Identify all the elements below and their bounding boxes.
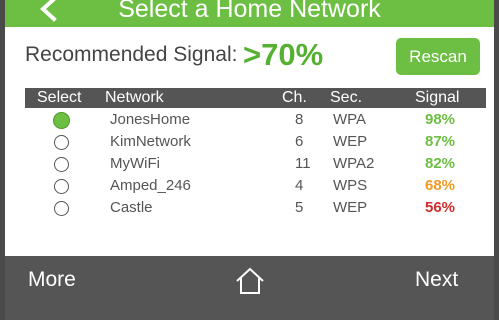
home-button[interactable] xyxy=(234,266,266,296)
header-bar: Select a Home Network xyxy=(5,0,494,27)
network-security: WEP xyxy=(333,199,368,216)
network-signal: 98% xyxy=(425,111,456,128)
network-signal: 56% xyxy=(425,199,456,216)
network-channel: 6 xyxy=(295,133,304,150)
network-name: JonesHome xyxy=(110,111,191,128)
footer-bar: More Next xyxy=(5,256,494,320)
column-header-signal: Signal xyxy=(415,89,460,106)
network-security: WPA2 xyxy=(333,155,375,172)
column-header-channel: Ch. xyxy=(282,89,307,106)
network-channel: 5 xyxy=(295,199,304,216)
select-radio[interactable] xyxy=(54,179,69,194)
network-name: Castle xyxy=(110,199,153,216)
column-header-select: Select xyxy=(37,89,82,106)
home-icon xyxy=(236,267,264,294)
recommended-signal-value: >70% xyxy=(243,37,324,72)
page-title: Select a Home Network xyxy=(118,0,381,23)
recommended-signal-label: Recommended Signal: xyxy=(25,43,238,66)
rescan-button[interactable]: Rescan xyxy=(396,38,480,75)
network-row[interactable]: Amped_246 4 WPS 68% xyxy=(25,175,486,197)
select-radio[interactable] xyxy=(53,112,70,129)
select-radio[interactable] xyxy=(54,135,69,150)
network-select-screen: Select a Home Network Recommended Signal… xyxy=(0,0,499,320)
network-security: WPS xyxy=(333,177,368,194)
network-name: MyWiFi xyxy=(110,155,160,172)
network-channel: 8 xyxy=(295,111,304,128)
network-name: KimNetwork xyxy=(110,133,191,150)
column-header-network: Network xyxy=(105,89,164,106)
network-security: WEP xyxy=(333,133,368,150)
network-row[interactable]: KimNetwork 6 WEP 87% xyxy=(25,131,486,153)
network-row[interactable]: JonesHome 8 WPA 98% xyxy=(25,109,486,131)
network-channel: 4 xyxy=(295,177,304,194)
network-signal: 87% xyxy=(425,133,456,150)
column-header-security: Sec. xyxy=(330,89,363,106)
select-radio[interactable] xyxy=(54,201,69,216)
network-signal: 68% xyxy=(425,177,456,194)
network-signal: 82% xyxy=(425,155,456,172)
recommended-signal-row: Recommended Signal: >70% Rescan xyxy=(5,27,494,87)
select-radio[interactable] xyxy=(54,157,69,172)
network-name: Amped_246 xyxy=(110,177,191,194)
next-button[interactable]: Next xyxy=(415,268,458,292)
network-security: WPA xyxy=(333,111,367,128)
network-row[interactable]: Castle 5 WEP 56% xyxy=(25,197,486,219)
table-header: Select Network Ch. Sec. Signal xyxy=(25,88,486,108)
network-row[interactable]: MyWiFi 11 WPA2 82% xyxy=(25,153,486,175)
more-button[interactable]: More xyxy=(28,268,76,292)
network-list: JonesHome 8 WPA 98% KimNetwork 6 WEP 87%… xyxy=(25,109,486,219)
network-channel: 11 xyxy=(295,155,311,172)
